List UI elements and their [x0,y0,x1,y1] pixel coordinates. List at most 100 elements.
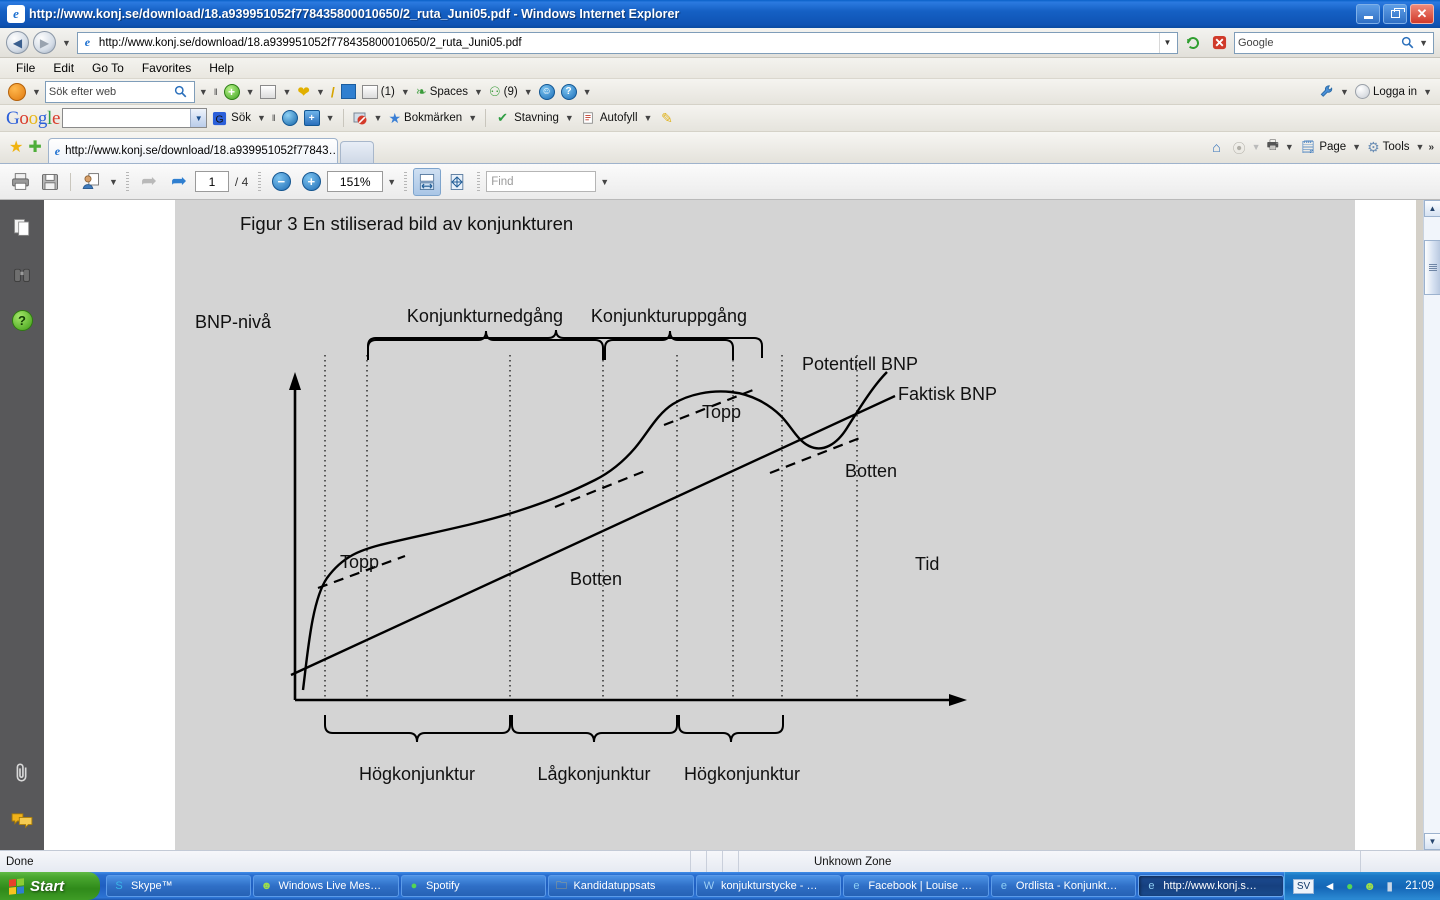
restore-button[interactable] [1383,4,1407,24]
pdf-zoom-caret[interactable]: ▼ [385,177,398,187]
print-button[interactable]: 🖶 [1265,136,1281,158]
google-autofill-caret[interactable]: ▼ [642,113,655,123]
pdf-fit-width-button[interactable] [413,167,442,196]
google-add-caret[interactable]: ▼ [324,113,337,123]
google-spelling-caret[interactable]: ▼ [563,113,576,123]
msn-news-caret[interactable]: ▼ [280,87,293,97]
help-icon[interactable]: ? [11,310,33,331]
msn-add-button[interactable]: + [222,83,242,101]
favorites-center-icon[interactable]: ★ [6,137,26,163]
url-bar[interactable]: e http://www.konj.se/download/18.a939951… [76,31,1178,54]
pages-icon[interactable] [9,214,35,240]
add-to-favorites-icon[interactable]: ✚ [26,137,47,163]
stop-button[interactable] [1208,32,1230,54]
close-button[interactable]: ✕ [1410,4,1434,24]
msn-search-box[interactable]: Sök efter web [44,80,195,103]
forward-button[interactable]: ▶ [33,31,56,54]
msn-help-button[interactable]: ? [559,83,579,101]
back-arrow-icon[interactable]: ◄ [1322,879,1337,894]
search-icon[interactable] [1397,33,1417,53]
msn-note-icon[interactable] [339,83,358,100]
pdf-zoom-out-button[interactable]: − [267,168,295,196]
tools-caret[interactable]: ▼ [1414,142,1427,152]
google-search-dropdown-icon[interactable]: ▼ [190,109,207,127]
pdf-find-input[interactable]: Find [486,171,597,192]
menu-item-help[interactable]: Help [201,59,242,77]
msn-search-input[interactable]: Sök efter web [49,86,171,98]
search-binoculars-icon[interactable] [9,262,35,288]
msn-heart-caret[interactable]: ▼ [314,87,327,97]
vertical-scrollbar[interactable]: ▲ ▼ [1423,200,1440,850]
messenger-tray-icon[interactable]: ☻ [1362,879,1377,894]
taskbar-item[interactable]: e Ordlista - Konjunkt… [990,875,1137,897]
feeds-caret[interactable]: ▼ [1250,142,1263,152]
menu-item-file[interactable]: File [8,59,43,77]
back-button[interactable]: ◀ [6,31,29,54]
msn-handle-icon[interactable]: ‖ [212,87,220,97]
google-search-button[interactable]: G Sök [209,109,253,128]
taskbar-item[interactable]: S Skype™ [106,875,252,897]
browser-search-box[interactable]: Google ▼ [1234,31,1434,54]
pdf-fit-page-button[interactable] [443,168,471,196]
msn-settings-caret[interactable]: ▼ [1338,87,1351,97]
pdf-zoom-in-button[interactable]: + [297,168,325,196]
spotify-tray-icon[interactable]: ● [1342,879,1357,894]
google-popup-caret[interactable]: ▼ [372,113,385,123]
google-bookmarks-button[interactable]: ★ Bokmärken [386,109,464,128]
home-button[interactable]: ⌂ [1210,139,1222,155]
pdf-next-page-button[interactable]: ➦ [165,168,193,196]
msn-contacts-caret[interactable]: ▼ [522,87,535,97]
pdf-email-button[interactable] [77,168,105,196]
pdf-print-button[interactable] [6,168,34,196]
monitor-icon[interactable]: ▮ [1382,879,1397,894]
page-caret[interactable]: ▼ [1350,142,1363,152]
pdf-find-caret[interactable]: ▼ [598,177,611,187]
taskbar-item[interactable]: ● Spotify [400,875,547,897]
taskbar-item[interactable]: e http://www.konj.s… [1138,875,1284,897]
new-tab-button[interactable] [339,141,374,163]
google-add-button[interactable]: + [302,109,322,127]
menu-item-edit[interactable]: Edit [45,59,82,77]
msn-messenger-caret[interactable]: ▼ [399,87,412,97]
pdf-page-number-input[interactable]: 1 [194,171,229,192]
comments-icon[interactable] [9,808,35,834]
msn-logo-caret[interactable]: ▼ [30,87,43,97]
toolbar-overflow-icon[interactable]: » [1428,142,1434,153]
google-autofill-button[interactable]: Autofyll [578,109,640,128]
taskbar-item[interactable]: ☻ Windows Live Mes… [253,875,399,897]
language-indicator[interactable]: SV [1292,878,1315,894]
recent-pages-caret[interactable]: ▼ [60,38,73,48]
taskbar-item[interactable]: 🗀 Kandidatuppsats [548,875,694,897]
browser-search-input[interactable]: Google [1238,37,1397,49]
msn-feedback-button[interactable]: ☺ [537,83,557,101]
msn-logo-icon[interactable] [6,82,28,102]
google-search-caret[interactable]: ▼ [255,113,268,123]
google-search-input[interactable]: ▼ [62,108,208,128]
menu-item-favorites[interactable]: Favorites [134,59,199,77]
start-button[interactable]: Start [0,872,100,900]
pdf-viewport[interactable]: Figur 3 En stiliserad bild av konjunktur… [44,200,1416,850]
google-handle-icon[interactable]: ‖ [270,113,278,123]
print-caret[interactable]: ▼ [1283,142,1296,152]
msn-help-caret[interactable]: ▼ [581,87,594,97]
menu-item-goto[interactable]: Go To [84,59,132,77]
msn-heart-icon[interactable]: ❤ [295,82,312,102]
msn-signin-button[interactable]: Logga in [1353,83,1419,100]
scroll-down-button[interactable]: ▼ [1424,833,1440,850]
url-dropdown-icon[interactable]: ▼ [1159,32,1175,53]
msn-contacts-button[interactable]: ⚇ (9) [487,83,520,101]
msn-search-caret[interactable]: ▼ [197,87,210,97]
google-highlighter-button[interactable]: ✎ [656,109,677,128]
browser-tab[interactable]: e http://www.konj.se/download/18.a939951… [47,138,338,163]
msn-add-caret[interactable]: ▼ [244,87,257,97]
msn-messenger-button[interactable]: (1) [360,84,397,100]
msn-settings-button[interactable] [1317,83,1336,100]
minimize-button[interactable] [1356,4,1380,24]
msn-highlight-icon[interactable]: / [329,83,337,101]
pdf-prev-page-button[interactable]: ➦ [135,168,163,196]
tools-menu-button[interactable]: ⚙ Tools [1365,139,1411,156]
search-provider-caret[interactable]: ▼ [1417,38,1430,48]
google-globe-button[interactable] [280,109,300,127]
msn-news-button[interactable] [258,84,278,100]
taskbar-item[interactable]: e Facebook | Louise … [843,875,989,897]
